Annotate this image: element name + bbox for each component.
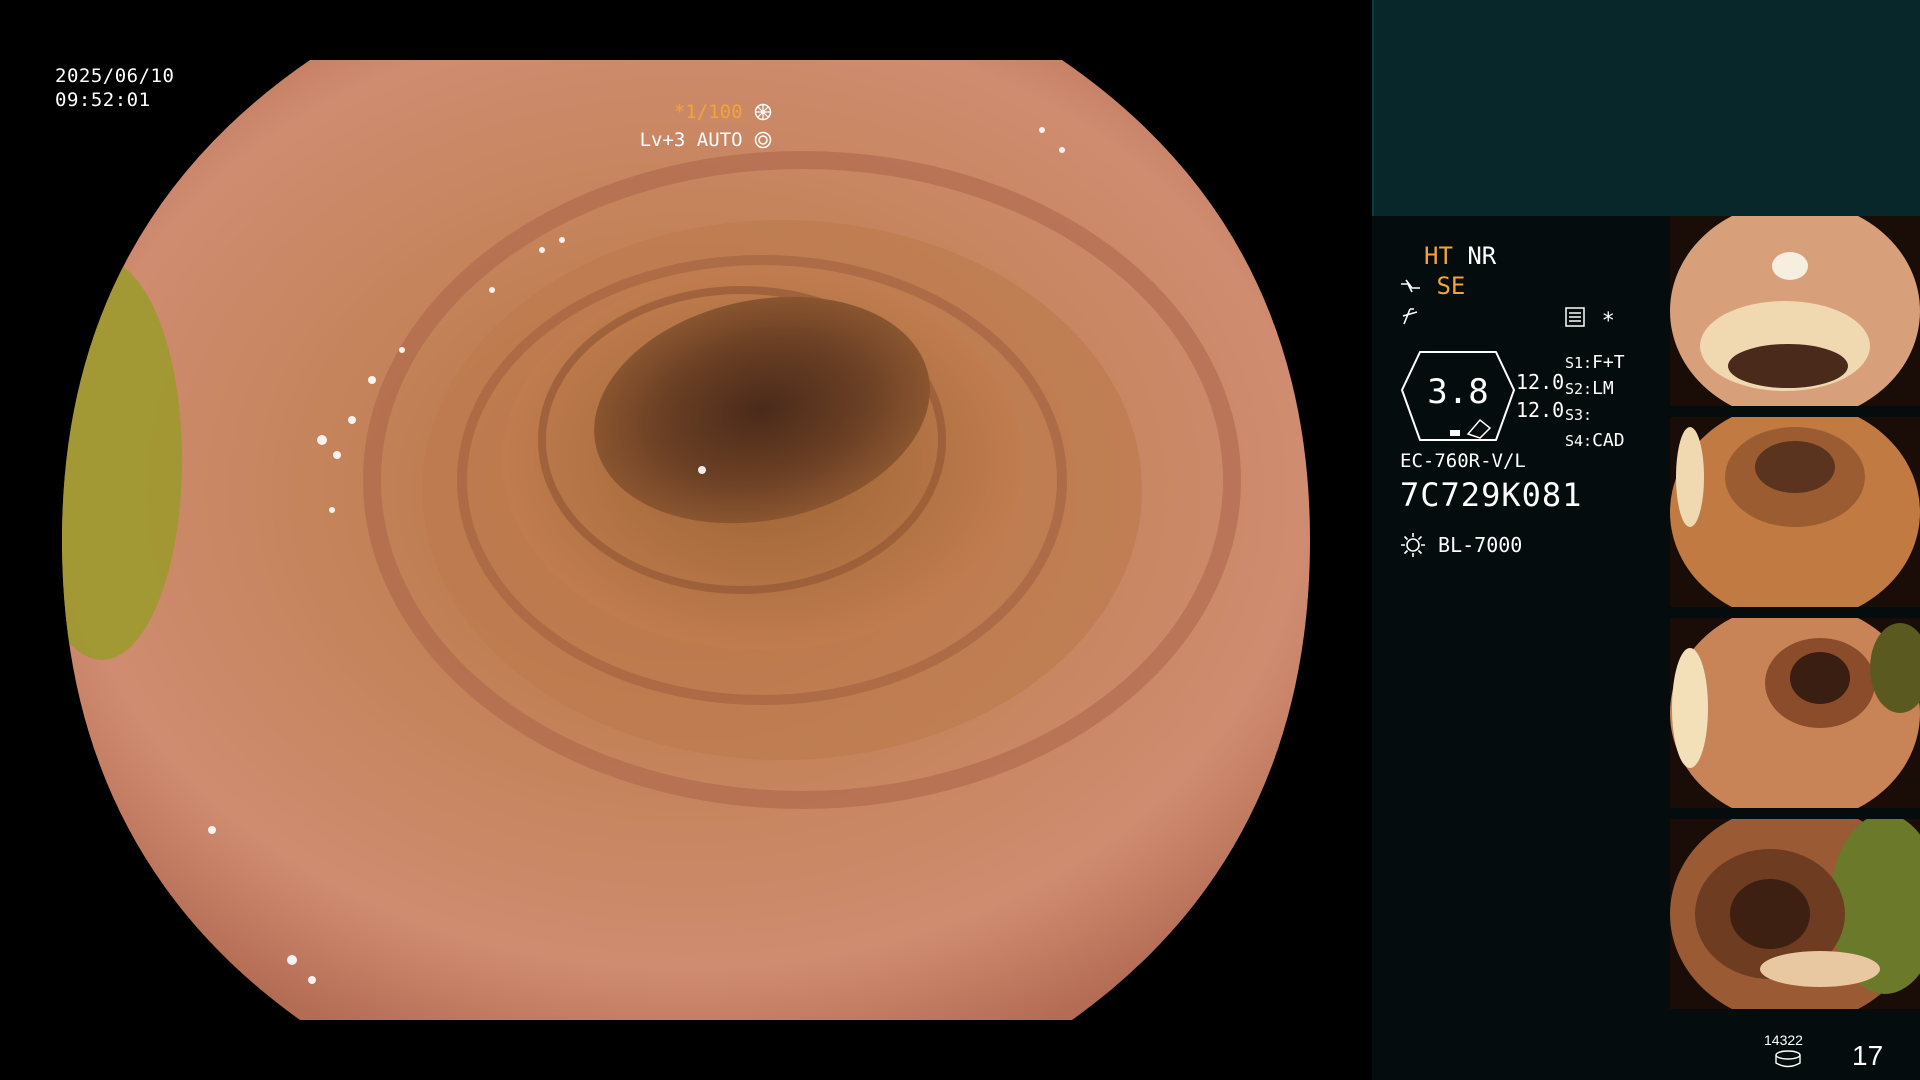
s1-label: S1:: [1565, 354, 1593, 372]
scope-serial: 7C729K081: [1400, 476, 1583, 514]
endoscope-view: 2025/06/10 09:52:01 *1/100 Lv+3 AUTO: [0, 0, 1372, 1080]
light-source-model: BL-7000: [1438, 533, 1523, 557]
param-value-2: 12.0: [1516, 398, 1565, 422]
ht-indicator: HT: [1424, 242, 1453, 270]
exposure-settings: *1/100 Lv+3 AUTO: [640, 98, 772, 154]
storage-disk-icon: [1774, 1050, 1802, 1072]
color-mode-icon: [1400, 308, 1420, 330]
zoom-display: 3.8: [1400, 350, 1516, 442]
s1-value: F+T: [1592, 352, 1625, 373]
settings-icon: [1564, 307, 1596, 332]
light-source: BL-7000: [1400, 532, 1522, 558]
structure-enhancement-icon: [1400, 272, 1436, 300]
thumbnail-4[interactable]: [1670, 819, 1920, 1009]
light-source-icon: [1400, 533, 1438, 557]
nr-indicator: NR: [1467, 242, 1497, 270]
s2-value: LM: [1592, 378, 1614, 399]
panel-header-area: [1372, 0, 1920, 216]
datetime-display: 2025/06/10 09:52:01: [55, 64, 174, 112]
thumbnail-2[interactable]: [1670, 417, 1920, 607]
storage-remaining: 14322: [1764, 1032, 1803, 1048]
scope-switches: S1:F+T S2:LM S3: S4:CAD: [1565, 350, 1625, 454]
date-text: 2025/06/10: [55, 65, 175, 87]
s2-label: S2:: [1565, 380, 1593, 398]
endoscopic-image: [62, 60, 1310, 1020]
shutter-speed: *1/100: [673, 101, 743, 123]
s4-label: S4:: [1565, 432, 1593, 450]
brightness-level: Lv+3: [639, 129, 686, 151]
thumbnail-1[interactable]: [1670, 216, 1920, 406]
param-value-1: 12.0: [1516, 370, 1565, 394]
image-count: 17: [1852, 1040, 1884, 1071]
star-indicator: *: [1601, 309, 1615, 334]
scope-model: EC-760R-V/L: [1400, 450, 1526, 472]
s3-label: S3:: [1565, 406, 1593, 424]
iris-mode: AUTO: [696, 129, 743, 151]
s4-value: CAD: [1592, 430, 1625, 451]
se-indicator: SE: [1436, 272, 1466, 300]
time-text: 09:52:01: [55, 89, 151, 111]
thumbnail-3[interactable]: [1670, 618, 1920, 808]
iris-icon: [754, 129, 772, 151]
shutter-icon: [754, 101, 772, 123]
zoom-value: 3.8: [1427, 372, 1489, 412]
